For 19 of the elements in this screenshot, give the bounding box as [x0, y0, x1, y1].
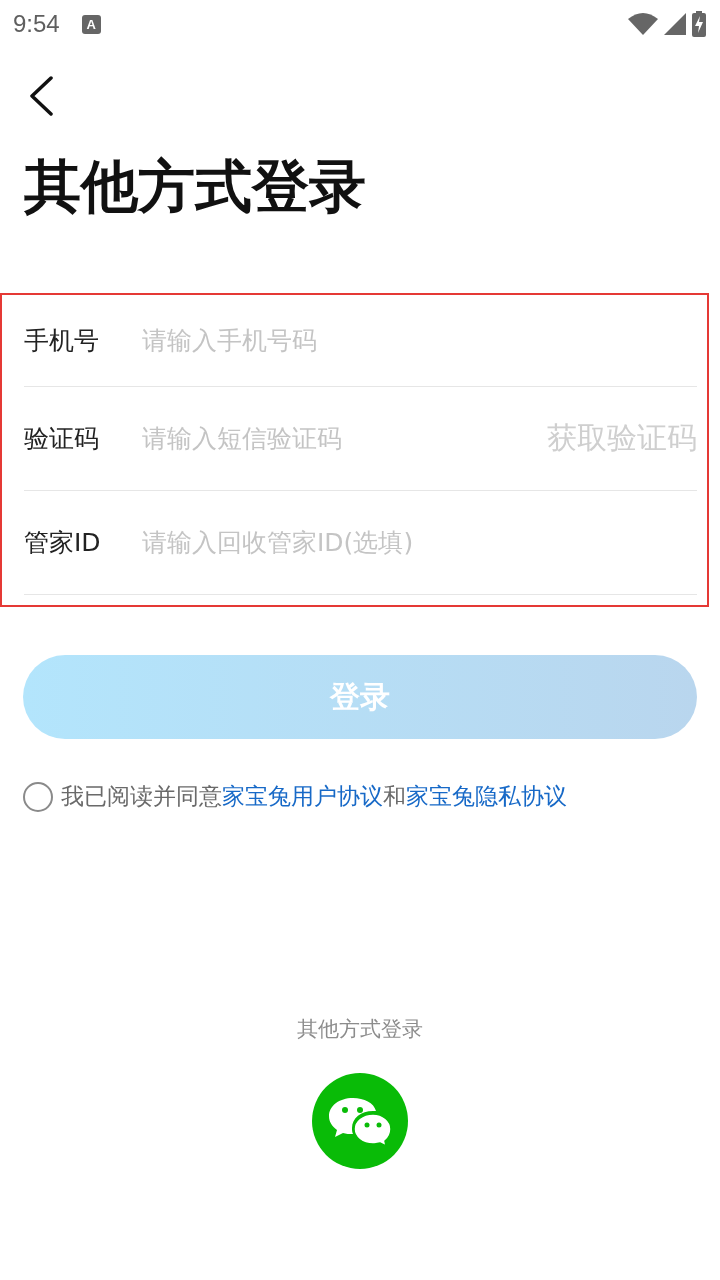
agreement-checkbox[interactable]: [23, 781, 53, 812]
page-title: 其他方式登录: [24, 152, 366, 220]
field-label: 手机号: [24, 325, 100, 357]
input-field[interactable]: 请输入回收管家ID(选填): [142, 522, 697, 563]
back-chevron-icon: [28, 76, 54, 116]
status-time: 9:54: [13, 12, 60, 36]
signal-icon: [664, 13, 686, 35]
wifi-icon: [628, 13, 658, 35]
field-label: 管家ID: [24, 527, 102, 559]
input-field[interactable]: 请输入短信验证码: [142, 418, 547, 459]
agreement-link[interactable]: 家宝兔隐私协议: [406, 783, 567, 809]
other-login-title: 其他方式登录: [297, 1016, 423, 1043]
notification-icon: A: [81, 14, 101, 34]
field-label: 验证码: [24, 423, 100, 455]
agreement-text: 我已阅读并同意家宝兔用户协议和家宝兔隐私协议: [61, 782, 567, 811]
agreement-link[interactable]: 家宝兔用户协议: [222, 783, 383, 809]
chat-bubbles-icon: [328, 1096, 392, 1146]
battery-charging-icon: [692, 11, 706, 37]
input-field[interactable]: 请输入手机号码: [142, 320, 697, 361]
